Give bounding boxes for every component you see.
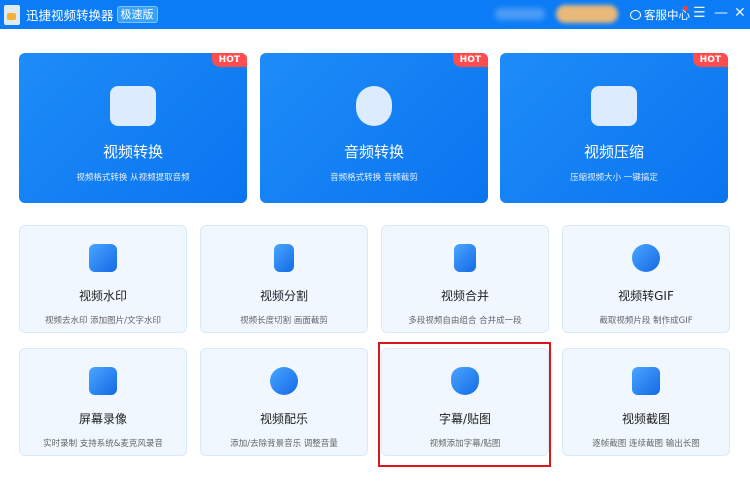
card-video-watermark[interactable]: 视频水印 视频去水印 添加图片/文字水印 — [19, 225, 187, 333]
card-title: 视频配乐 — [259, 412, 308, 426]
card-audio-convert[interactable]: HOT 音频转换 音频格式转换 音频截剪 — [260, 53, 488, 203]
screen-record-icon — [89, 367, 117, 395]
card-screen-record[interactable]: 屏幕录像 实时录制 支持系统&麦克风录音 — [19, 348, 187, 456]
login-button[interactable] — [495, 8, 545, 20]
menu-icon[interactable]: ☰ — [693, 5, 706, 21]
music-note-icon — [356, 86, 392, 126]
card-title: 视频合并 — [440, 289, 489, 303]
card-subtitle: 截取视频片段 制作成GIF — [599, 316, 693, 326]
card-subtitle: 音频格式转换 音频截剪 — [330, 173, 418, 183]
camera-compress-icon — [591, 86, 637, 126]
card-title: 视频压缩 — [583, 143, 644, 161]
close-icon[interactable]: ✕ — [734, 5, 746, 21]
card-video-convert[interactable]: HOT 视频转换 视频格式转换 从视频提取音频 — [19, 53, 247, 203]
customer-service-button[interactable]: 客服中心 — [630, 7, 690, 23]
minimize-icon[interactable]: — — [714, 5, 728, 21]
card-subtitle: 视频去水印 添加图片/文字水印 — [44, 316, 162, 326]
card-title: 视频转换 — [102, 143, 163, 161]
card-title: 音频转换 — [343, 143, 404, 161]
split-icon — [274, 244, 294, 272]
card-title: 视频分割 — [259, 289, 308, 303]
card-subtitle: 视频格式转换 从视频提取音频 — [76, 173, 190, 183]
card-subtitle: 视频长度切割 画面截剪 — [240, 316, 328, 326]
selection-highlight — [378, 342, 551, 467]
card-title: 屏幕录像 — [78, 412, 127, 426]
card-subtitle: 添加/去除背景音乐 调整音量 — [230, 439, 338, 449]
card-video-merge[interactable]: 视频合并 多段视频自由组合 合并成一段 — [381, 225, 549, 333]
card-video-compress[interactable]: HOT 视频压缩 压缩视频大小 一键搞定 — [500, 53, 728, 203]
app-title: 迅捷视频转换器 — [26, 8, 114, 23]
card-title: 视频转GIF — [618, 289, 674, 303]
chat-icon — [630, 10, 641, 20]
title-bar: 迅捷视频转换器 极速版 客服中心 ☰ — ✕ — [0, 0, 750, 29]
merge-icon — [454, 244, 476, 272]
card-video-split[interactable]: 视频分割 视频长度切割 画面截剪 — [200, 225, 368, 333]
hot-badge: HOT — [211, 53, 247, 67]
card-subtitle: 实时录制 支持系统&麦克风录音 — [43, 439, 163, 449]
card-subtitle: 多段视频自由组合 合并成一段 — [408, 316, 522, 326]
vip-button[interactable] — [556, 5, 618, 23]
card-title: 视频水印 — [78, 289, 127, 303]
video-convert-icon — [110, 86, 156, 126]
app-logo-icon — [4, 4, 20, 25]
edition-badge: 极速版 — [116, 6, 158, 23]
hot-badge: HOT — [692, 53, 728, 67]
gif-icon — [632, 244, 660, 272]
card-video-to-gif[interactable]: 视频转GIF 截取视频片段 制作成GIF — [562, 225, 730, 333]
card-subtitle: 逐帧截图 连续截图 输出长图 — [592, 439, 700, 449]
card-title: 视频截图 — [621, 412, 670, 426]
card-subtitle: 压缩视频大小 一键搞定 — [570, 173, 658, 183]
music-disc-icon — [270, 367, 298, 395]
card-video-music[interactable]: 视频配乐 添加/去除背景音乐 调整音量 — [200, 348, 368, 456]
hot-badge: HOT — [452, 53, 488, 67]
screenshot-image-icon — [632, 367, 660, 395]
card-video-screenshot[interactable]: 视频截图 逐帧截图 连续截图 输出长图 — [562, 348, 730, 456]
watermark-icon — [89, 244, 117, 272]
notification-dot — [683, 6, 688, 11]
